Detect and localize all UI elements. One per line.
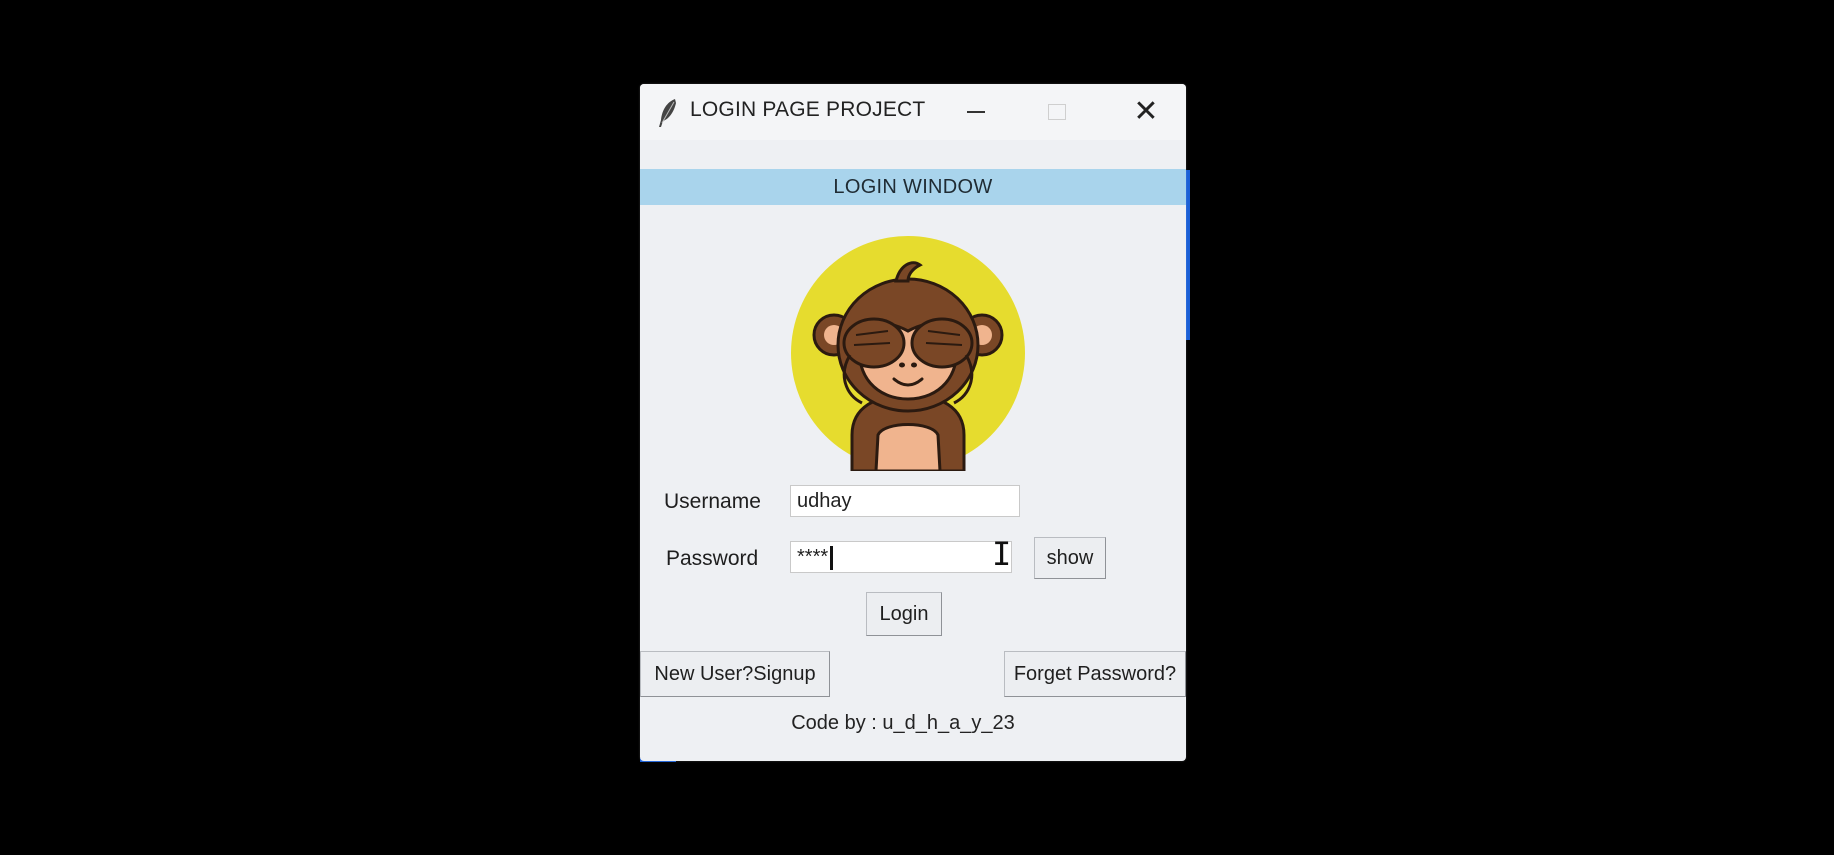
text-caret: [830, 546, 833, 570]
monkey-covering-eyes-icon: [791, 236, 1025, 471]
password-label: Password: [666, 547, 759, 570]
maximize-icon: [1048, 104, 1066, 120]
text-cursor-icon: I: [992, 535, 1012, 573]
window-title: LOGIN PAGE PROJECT: [690, 98, 926, 121]
title-bar[interactable]: LOGIN PAGE PROJECT ✕: [640, 84, 1186, 140]
desktop-background: LOGIN PAGE PROJECT ✕ LOGIN WINDOW Userna…: [0, 0, 1834, 855]
close-icon: ✕: [1133, 94, 1159, 129]
maximize-button[interactable]: [1017, 84, 1097, 140]
show-password-button[interactable]: show: [1034, 537, 1106, 579]
close-button[interactable]: ✕: [1106, 84, 1186, 140]
username-label: Username: [664, 490, 761, 513]
signup-button[interactable]: New User?Signup: [640, 651, 830, 697]
credit-text: Code by : u_d_h_a_y_23: [791, 712, 1015, 734]
forget-password-button[interactable]: Forget Password?: [1004, 651, 1186, 697]
feather-icon: [659, 99, 676, 127]
minimize-icon: [967, 111, 985, 113]
username-input[interactable]: [790, 485, 1020, 517]
login-button[interactable]: Login: [866, 592, 942, 636]
login-banner: LOGIN WINDOW: [640, 169, 1186, 205]
window-edge-accent: [1186, 170, 1190, 340]
password-input[interactable]: [790, 541, 1012, 573]
login-window: LOGIN PAGE PROJECT ✕ LOGIN WINDOW Userna…: [640, 84, 1186, 761]
minimize-button[interactable]: [936, 84, 1016, 140]
